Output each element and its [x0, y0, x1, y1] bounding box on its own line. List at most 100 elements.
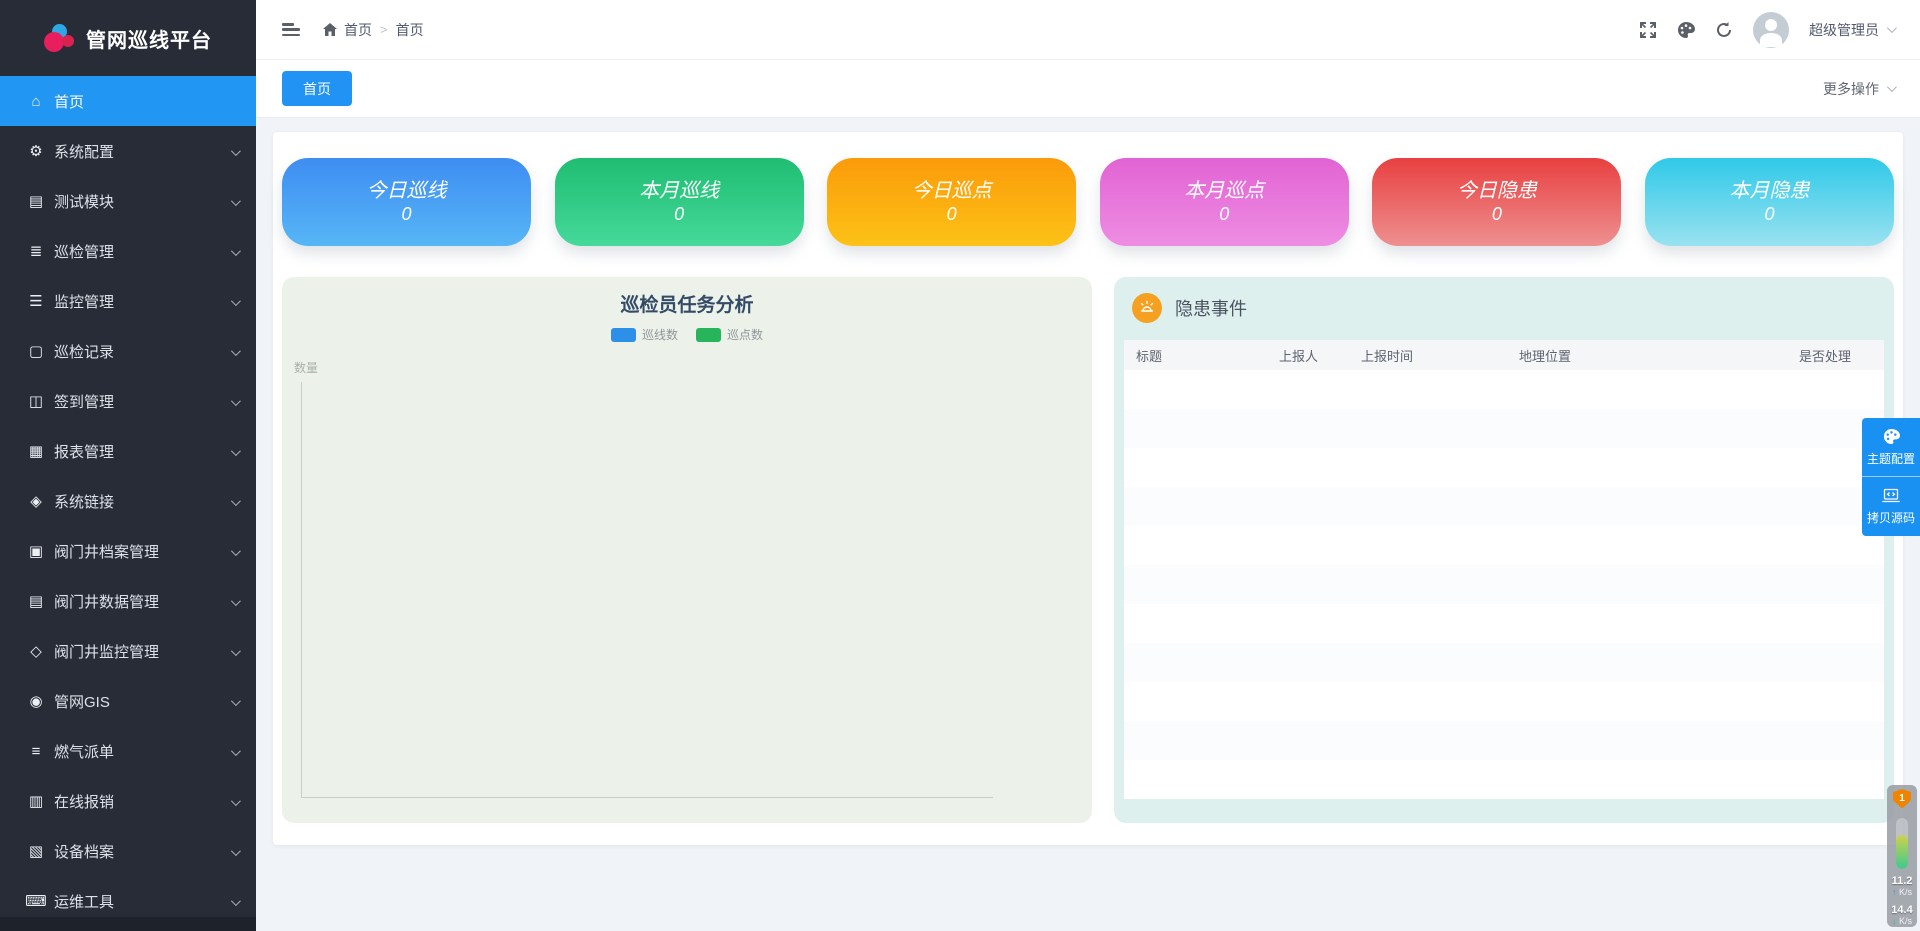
source-code-icon — [1882, 488, 1900, 504]
stat-card[interactable]: 今日巡线 0 — [282, 158, 531, 246]
database-icon: ≣ — [24, 242, 48, 260]
sidebar-item-label: 巡检记录 — [54, 341, 114, 362]
sidebar-item-gis-user[interactable]: ◉ 管网GIS — [0, 676, 256, 726]
chevron-down-icon — [231, 643, 238, 660]
incident-panel-title: 隐患事件 — [1175, 295, 1247, 321]
tool-label: 主题配置 — [1867, 450, 1915, 467]
legend-item[interactable]: 巡线数 — [611, 326, 678, 343]
book-icon: ◫ — [24, 392, 48, 410]
upload-speed: 11.2 ↑ K/s — [1892, 876, 1913, 898]
floating-tools: 主题配置 拷贝源码 — [1862, 418, 1920, 536]
app-title: 管网巡线平台 — [86, 24, 212, 53]
sidebar-item-label: 签到管理 — [54, 391, 114, 412]
sidebar-item-label: 首页 — [54, 91, 84, 112]
stat-card-label: 本月巡点 — [1184, 179, 1264, 203]
stat-card-label: 今日巡点 — [912, 179, 992, 203]
sidebar-item-task-list[interactable]: ≡ 燃气派单 — [0, 726, 256, 776]
table-row[interactable] — [1124, 682, 1884, 721]
theme-palette-icon[interactable] — [1677, 21, 1695, 39]
tab-home[interactable]: 首页 — [282, 71, 352, 106]
arrow-down-icon: ↓ — [1892, 916, 1897, 926]
sidebar-item-invoice[interactable]: ▥ 在线报销 — [0, 776, 256, 826]
table-row[interactable] — [1124, 604, 1884, 643]
home-icon — [322, 22, 338, 37]
chevron-down-icon — [231, 343, 238, 360]
more-operations-dropdown[interactable]: 更多操作 — [1823, 79, 1894, 99]
download-speed: 14.4 ↓ K/s — [1891, 905, 1912, 927]
user-menu[interactable]: 超级管理员 — [1809, 20, 1894, 40]
table-row[interactable] — [1124, 643, 1884, 682]
chevron-down-icon — [231, 293, 238, 310]
chevron-down-icon — [231, 243, 238, 260]
sidebar-item-label: 阀门井数据管理 — [54, 591, 159, 612]
table-row[interactable] — [1124, 448, 1884, 487]
sidebar-item-label: 在线报销 — [54, 791, 114, 812]
archive-box-icon: ▤ — [24, 592, 48, 610]
breadcrumb-home[interactable]: 首页 — [322, 20, 372, 40]
stat-card-label: 本月隐患 — [1729, 179, 1809, 203]
tool-palette[interactable]: 主题配置 — [1862, 418, 1920, 477]
gauge-icon — [1896, 818, 1908, 869]
table-row[interactable] — [1124, 760, 1884, 799]
app-logo-icon — [44, 24, 76, 52]
sidebar-item-cube[interactable]: ◈ 系统链接 — [0, 476, 256, 526]
sidebar-item-label: 报表管理 — [54, 441, 114, 462]
incident-table-body — [1124, 370, 1884, 799]
alarm-icon — [1132, 293, 1162, 323]
table-row[interactable] — [1124, 487, 1884, 526]
network-monitor-widget[interactable]: 1 11.2 ↑ K/s 14.4 ↓ K/s — [1887, 785, 1917, 927]
sidebar-item-device-file[interactable]: ▧ 设备档案 — [0, 826, 256, 876]
stat-cards-row: 今日巡线 0 本月巡线 0 今日巡点 0 本月巡点 0 今日隐患 0 本月隐患 … — [282, 158, 1894, 246]
sidebar-item-gear[interactable]: ⚙ 系统配置 — [0, 126, 256, 176]
app-logo[interactable]: 管网巡线平台 — [0, 0, 256, 76]
stat-card[interactable]: 今日隐患 0 — [1372, 158, 1621, 246]
sidebar-item-laptop[interactable]: ▢ 巡检记录 — [0, 326, 256, 376]
fullscreen-icon[interactable] — [1639, 21, 1657, 39]
stat-card-value: 0 — [1219, 203, 1229, 225]
task-analysis-chart-panel: 巡检员任务分析 巡线数 巡点数 数量 — [282, 277, 1092, 823]
report-icon: ▦ — [24, 442, 48, 460]
sidebar-item-archive-box[interactable]: ▤ 阀门井数据管理 — [0, 576, 256, 626]
stat-card[interactable]: 本月巡线 0 — [555, 158, 804, 246]
chevron-down-icon — [231, 593, 238, 610]
user-avatar[interactable] — [1753, 12, 1789, 48]
device-file-icon: ▧ — [24, 842, 48, 860]
incident-events-panel: 隐患事件 标题上报人上报时间地理位置是否处理 — [1114, 277, 1894, 823]
chevron-down-icon — [231, 393, 238, 410]
stat-card[interactable]: 本月隐患 0 — [1645, 158, 1894, 246]
tool-source-code[interactable]: 拷贝源码 — [1862, 477, 1920, 536]
sidebar-item-home[interactable]: ⌂ 首页 — [0, 76, 256, 126]
table-row[interactable] — [1124, 565, 1884, 604]
stat-card-label: 今日巡线 — [367, 179, 447, 203]
table-row[interactable] — [1124, 409, 1884, 448]
breadcrumb-separator: > — [380, 22, 388, 37]
legend-item[interactable]: 巡点数 — [696, 326, 763, 343]
chevron-down-icon — [231, 143, 238, 160]
sidebar-item-book[interactable]: ◫ 签到管理 — [0, 376, 256, 426]
chevron-down-icon — [231, 743, 238, 760]
stat-card[interactable]: 本月巡点 0 — [1100, 158, 1349, 246]
sidebar-item-clipboard[interactable]: ▣ 阀门井档案管理 — [0, 526, 256, 576]
sidebar-item-cube-monitor[interactable]: ◇ 阀门井监控管理 — [0, 626, 256, 676]
stat-card[interactable]: 今日巡点 0 — [827, 158, 1076, 246]
table-column-header: 标题 — [1124, 346, 1267, 365]
cube-icon: ◈ — [24, 492, 48, 510]
refresh-icon[interactable] — [1715, 21, 1733, 39]
chart-title: 巡检员任务分析 — [282, 277, 1092, 317]
table-column-header: 是否处理 — [1787, 346, 1879, 365]
chevron-down-icon — [231, 693, 238, 710]
sidebar-item-label: 燃气派单 — [54, 741, 114, 762]
sidebar-toggle-icon[interactable] — [282, 23, 300, 36]
table-row[interactable] — [1124, 721, 1884, 760]
table-row[interactable] — [1124, 370, 1884, 409]
sidebar-item-report[interactable]: ▦ 报表管理 — [0, 426, 256, 476]
sidebar-item-database[interactable]: ≣ 巡检管理 — [0, 226, 256, 276]
sidebar-item-label: 阀门井监控管理 — [54, 641, 159, 662]
table-row[interactable] — [1124, 526, 1884, 565]
sidebar-item-label: 巡检管理 — [54, 241, 114, 262]
sidebar-item-archive[interactable]: ▤ 测试模块 — [0, 176, 256, 226]
sidebar-item-list[interactable]: ☰ 监控管理 — [0, 276, 256, 326]
legend-swatch — [611, 328, 636, 342]
chevron-down-icon — [231, 793, 238, 810]
dashboard-card: 今日巡线 0 本月巡线 0 今日巡点 0 本月巡点 0 今日隐患 0 本月隐患 … — [273, 132, 1903, 845]
